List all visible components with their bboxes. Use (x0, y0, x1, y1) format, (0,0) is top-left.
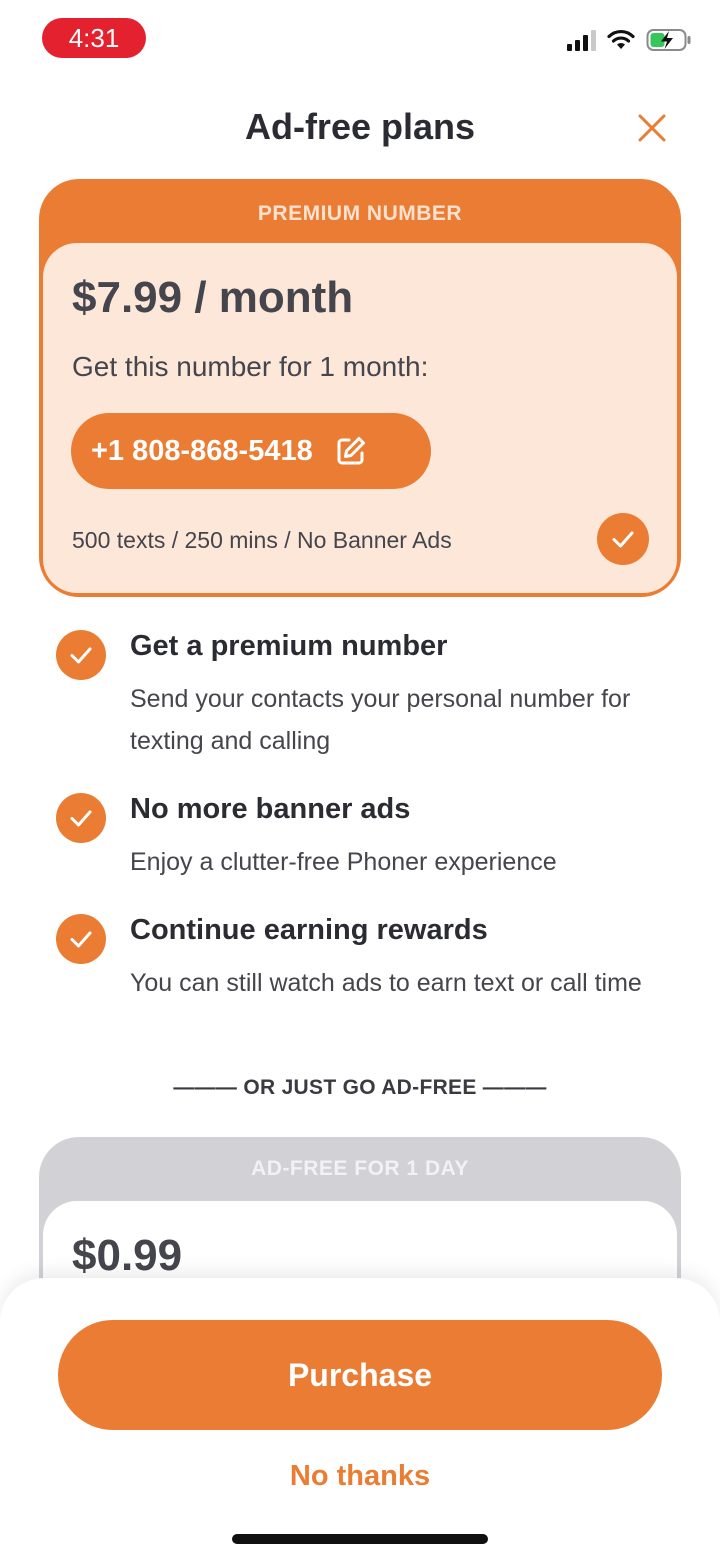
no-thanks-button[interactable]: No thanks (0, 1460, 720, 1493)
premium-quota: 500 texts / 250 mins / No Banner Ads (72, 527, 452, 553)
status-time: 4:31 (42, 18, 146, 58)
adfree-price: $0.99 (72, 1231, 183, 1280)
wifi-icon (607, 29, 635, 49)
selected-check-icon (597, 513, 649, 565)
phone-number-label: +1 808-868-5418 (91, 434, 313, 467)
premium-subtitle: Get this number for 1 month: (72, 351, 429, 382)
feature-title: No more banner ads (130, 793, 411, 825)
close-icon[interactable] (636, 112, 668, 144)
feature-description: Send your contacts your personal number … (130, 685, 631, 755)
premium-price: $7.99 / month (72, 273, 354, 322)
feature-title: Get a premium number (130, 630, 448, 662)
check-icon (56, 914, 106, 964)
feature-description: You can still watch ads to earn text or … (130, 969, 642, 997)
feature-description: Enjoy a clutter-free Phoner experience (130, 848, 557, 876)
signal-icon (567, 29, 596, 51)
premium-plan-tag: PREMIUM NUMBER (257, 202, 463, 225)
check-icon (56, 630, 106, 680)
bottom-action-sheet: Purchase No thanks (0, 1278, 720, 1560)
home-indicator (232, 1534, 488, 1544)
phone-number-button[interactable]: +1 808-868-5418 (71, 413, 431, 489)
edit-icon (337, 437, 365, 465)
check-icon (56, 793, 106, 843)
page-title: Ad-free plans (244, 106, 476, 147)
battery-charging-icon (646, 29, 691, 51)
purchase-button[interactable]: Purchase (58, 1320, 662, 1430)
premium-plan-card[interactable]: PREMIUM NUMBER $7.99 / month Get this nu… (39, 179, 681, 597)
or-divider: ——— OR JUST GO AD-FREE ——— (173, 1076, 547, 1099)
premium-plan-body: $7.99 / month Get this number for 1 mont… (43, 243, 677, 593)
status-icons (567, 28, 692, 52)
adfree-plan-tag: AD-FREE FOR 1 DAY (251, 1157, 469, 1180)
screen: 4:31 Ad-free plans PREMIUM NUMBER $7.99 … (0, 0, 720, 1560)
feature-title: Continue earning rewards (130, 914, 488, 946)
